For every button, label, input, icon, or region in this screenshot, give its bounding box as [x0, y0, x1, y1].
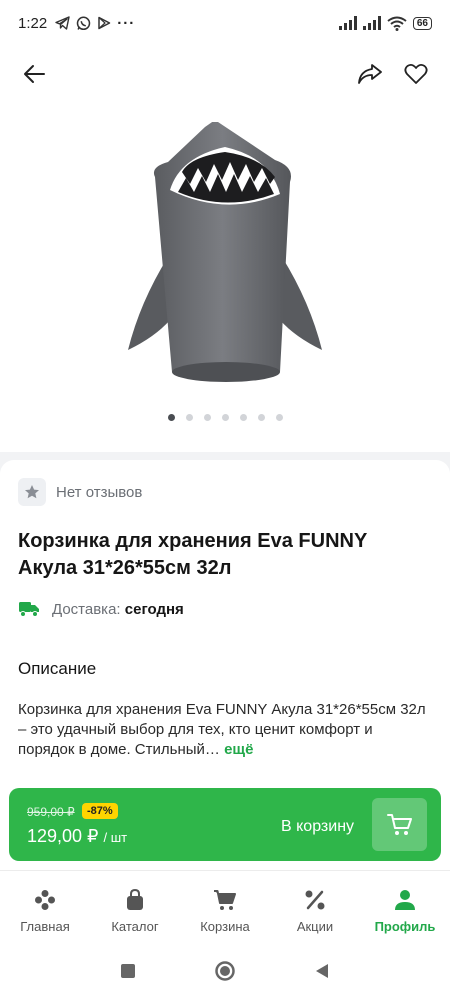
gallery-dot[interactable]	[167, 414, 175, 421]
gallery-dot[interactable]	[203, 414, 211, 421]
add-to-cart-icon-button[interactable]	[372, 798, 427, 851]
bottom-navigation: Главная Каталог Корзина Акции Профиль	[0, 870, 450, 946]
back-button[interactable]	[16, 56, 52, 92]
signal-icon-2	[362, 16, 381, 30]
nav-label: Каталог	[111, 919, 159, 934]
gallery-dot[interactable]	[221, 414, 229, 421]
gallery-dot[interactable]	[239, 414, 247, 421]
nav-label: Акции	[296, 919, 334, 934]
price-unit: / шт	[103, 830, 128, 845]
description-heading: Описание	[18, 659, 97, 678]
nav-item-promos[interactable]: Акции	[270, 871, 360, 946]
triangle-back-icon	[316, 963, 328, 978]
catalog-bag-icon	[127, 889, 143, 910]
home-icon	[35, 890, 55, 910]
gallery-pagination	[0, 414, 450, 421]
signal-icon	[338, 16, 357, 30]
delivery-row: Доставка: сегодня	[18, 600, 184, 618]
circle-icon	[215, 960, 235, 981]
nav-item-catalog[interactable]: Каталог	[90, 871, 180, 946]
delivery-label: Доставка:	[52, 600, 121, 618]
status-app-icons: ···	[55, 15, 135, 32]
share-button[interactable]	[352, 56, 388, 92]
cart-icon	[214, 890, 236, 910]
share-icon	[358, 64, 382, 84]
nav-item-home[interactable]: Главная	[0, 871, 90, 946]
square-icon	[121, 963, 135, 978]
whatsapp-icon	[76, 16, 91, 30]
cart-action-area: 959,00 ₽ -87% 129,00 ₽ / шт В корзину	[0, 780, 450, 870]
telegram-icon	[55, 16, 70, 30]
product-header	[0, 46, 450, 102]
product-image-gallery[interactable]	[0, 102, 450, 452]
nav-label: Корзина	[200, 919, 250, 934]
delivery-truck-icon	[19, 602, 39, 617]
reviews-row[interactable]: Нет отзывов	[18, 478, 142, 506]
delivery-value: сегодня	[124, 600, 184, 618]
star-icon	[25, 485, 39, 499]
old-price: 959,00 ₽	[27, 805, 75, 819]
favorite-button[interactable]	[398, 56, 434, 92]
more-dots-icon: ···	[117, 14, 136, 32]
nav-label: Главная	[20, 919, 70, 934]
gallery-dot[interactable]	[185, 414, 193, 421]
status-bar: 1:22 ··· 66	[0, 0, 450, 46]
gallery-dot[interactable]	[257, 414, 265, 421]
add-to-cart-button[interactable]: 959,00 ₽ -87% 129,00 ₽ / шт В корзину	[9, 788, 441, 861]
reviews-label: Нет отзывов	[56, 483, 143, 501]
heart-icon	[404, 63, 428, 84]
product-info-card: Нет отзывов Корзинка для хранения Eva FU…	[0, 460, 450, 780]
profile-icon	[395, 890, 415, 910]
battery-level: 66	[412, 16, 432, 30]
arrow-left-icon	[24, 65, 45, 83]
description-text: Корзинка для хранения Eva FUNNY Акула 31…	[18, 700, 430, 760]
cart-icon	[386, 813, 412, 835]
description-more-link[interactable]: ещё	[224, 741, 253, 758]
star-icon-badge	[18, 478, 46, 506]
nav-item-cart[interactable]: Корзина	[180, 871, 270, 946]
current-price: 129,00 ₽ / шт	[27, 826, 127, 847]
back-system-button[interactable]	[315, 963, 329, 984]
status-time: 1:22	[18, 14, 48, 32]
nav-label: Профиль	[374, 919, 436, 934]
gallery-dot[interactable]	[275, 414, 283, 421]
recents-button[interactable]	[121, 963, 135, 983]
add-to-cart-label: В корзину	[281, 818, 355, 835]
play-icon	[98, 16, 111, 30]
product-image	[128, 122, 322, 382]
price-value: 129,00 ₽	[27, 826, 99, 846]
discount-badge: -87%	[82, 803, 118, 819]
product-title: Корзинка для хранения Eva FUNNY Акула 31…	[18, 530, 367, 579]
nav-item-profile[interactable]: Профиль	[360, 871, 450, 946]
wifi-icon	[387, 16, 407, 31]
system-navigation-bar	[0, 946, 450, 1000]
home-system-button[interactable]	[215, 960, 235, 986]
percent-icon	[305, 890, 325, 910]
description-body: Корзинка для хранения Eva FUNNY Акула 31…	[18, 701, 426, 758]
